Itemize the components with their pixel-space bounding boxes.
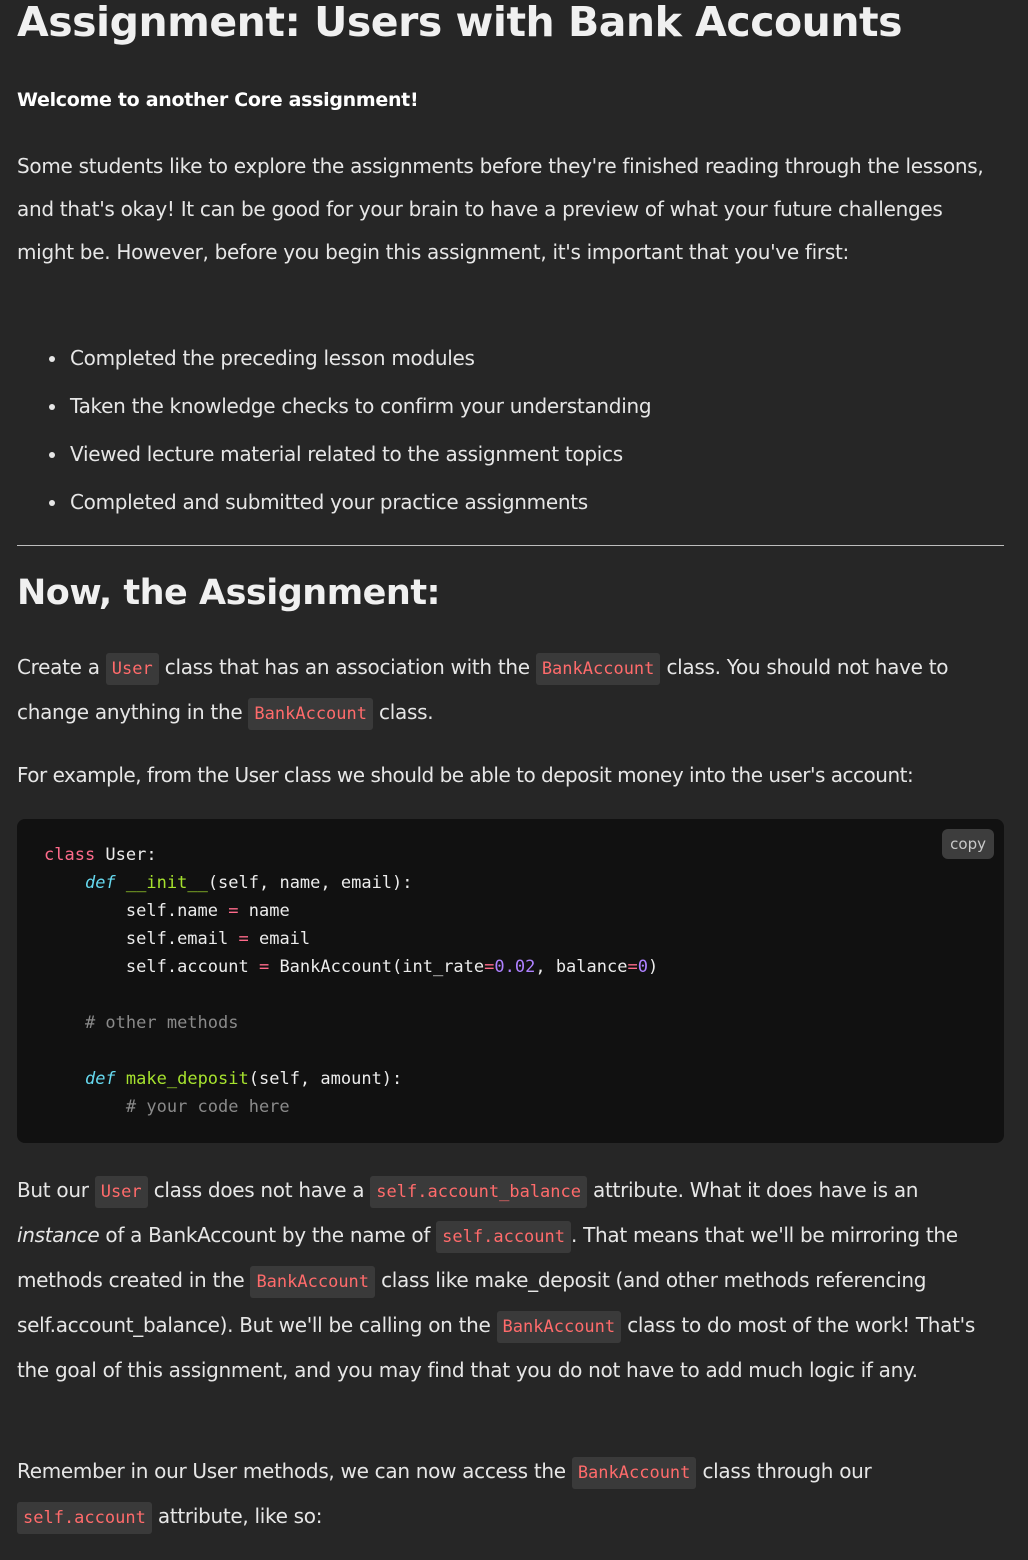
inline-code: BankAccount [248, 698, 373, 730]
code-token: make_deposit [125, 1069, 249, 1089]
code-token: User: [95, 845, 157, 865]
code-token: def [84, 873, 116, 893]
inline-code: self.account_balance [370, 1176, 587, 1208]
code-token: BankAccount(int_rate [269, 957, 485, 977]
list-item: Completed and submitted your practice as… [48, 481, 651, 529]
explanation-paragraph: But our User class does not have a self.… [17, 1169, 1004, 1392]
example-paragraph: For example, from the User class we shou… [17, 763, 914, 787]
list-item: Viewed lecture material related to the a… [48, 433, 651, 481]
inline-code: self.account [436, 1221, 571, 1253]
text-span: attribute. What it does have is an [587, 1178, 919, 1202]
prerequisite-list: Completed the preceding lesson modules T… [17, 337, 652, 529]
text-span: Create a [17, 655, 106, 679]
inline-code: self.account [17, 1502, 152, 1534]
code-token: email [248, 929, 311, 949]
code-token: self.email [125, 929, 239, 949]
text-span: of a BankAccount by the name of [99, 1223, 437, 1247]
inline-code: User [94, 1176, 148, 1208]
code-token: name [238, 901, 290, 921]
code-token: self.account [125, 957, 259, 977]
emphasis-text: instance [17, 1223, 100, 1247]
code-token: (self, amount): [248, 1069, 403, 1089]
list-item: Taken the knowledge checks to confirm yo… [48, 385, 652, 433]
text-span: attribute, like so: [151, 1504, 323, 1528]
code-token: , balance [535, 957, 628, 977]
code-token: def [84, 1069, 116, 1089]
code-token: 0.02 [494, 957, 536, 977]
inline-code: BankAccount [535, 653, 661, 685]
inline-code: BankAccount [571, 1457, 697, 1489]
create-paragraph: Create a User class that has an associat… [17, 646, 1004, 736]
inline-code: User [105, 653, 159, 685]
code-token: = [238, 929, 249, 949]
section-divider [17, 545, 1004, 546]
code-token: = [228, 901, 239, 921]
welcome-heading: Welcome to another Core assignment! [17, 89, 419, 111]
text-span: class does not have a [147, 1178, 371, 1202]
code-token: (self, name, email): [207, 873, 413, 893]
inline-code: BankAccount [250, 1266, 376, 1298]
section-title: Now, the Assignment: [17, 573, 441, 613]
text-span: class that has an association with the [158, 655, 536, 679]
code-token: __init__ [125, 873, 208, 893]
list-item: Completed the preceding lesson modules [48, 337, 651, 385]
code-token: 0 [637, 957, 648, 977]
code-token: self.name [125, 901, 229, 921]
code-token: = [258, 957, 270, 977]
code-token: = [627, 957, 638, 977]
code-token: = [484, 957, 495, 977]
code-block: copy class User: def __init__(self, name… [17, 819, 1004, 1143]
code-content: class User: def __init__(self, name, ema… [44, 841, 658, 1121]
remember-paragraph: Remember in our User methods, we can now… [17, 1450, 1004, 1540]
page-title: Assignment: Users with Bank Accounts [17, 0, 903, 46]
code-token: class [44, 845, 96, 865]
intro-paragraph: Some students like to explore the assign… [17, 154, 984, 264]
code-comment: # your code here [125, 1097, 290, 1117]
code-comment: # other methods [84, 1013, 239, 1033]
text-span: class. [373, 700, 434, 724]
text-span: class through our [696, 1459, 872, 1483]
inline-code: BankAccount [496, 1311, 622, 1343]
copy-button[interactable]: copy [942, 829, 994, 859]
text-span: But our [17, 1178, 95, 1202]
text-span: Remember in our User methods, we can now… [17, 1459, 572, 1483]
code-token: ) [647, 957, 659, 977]
